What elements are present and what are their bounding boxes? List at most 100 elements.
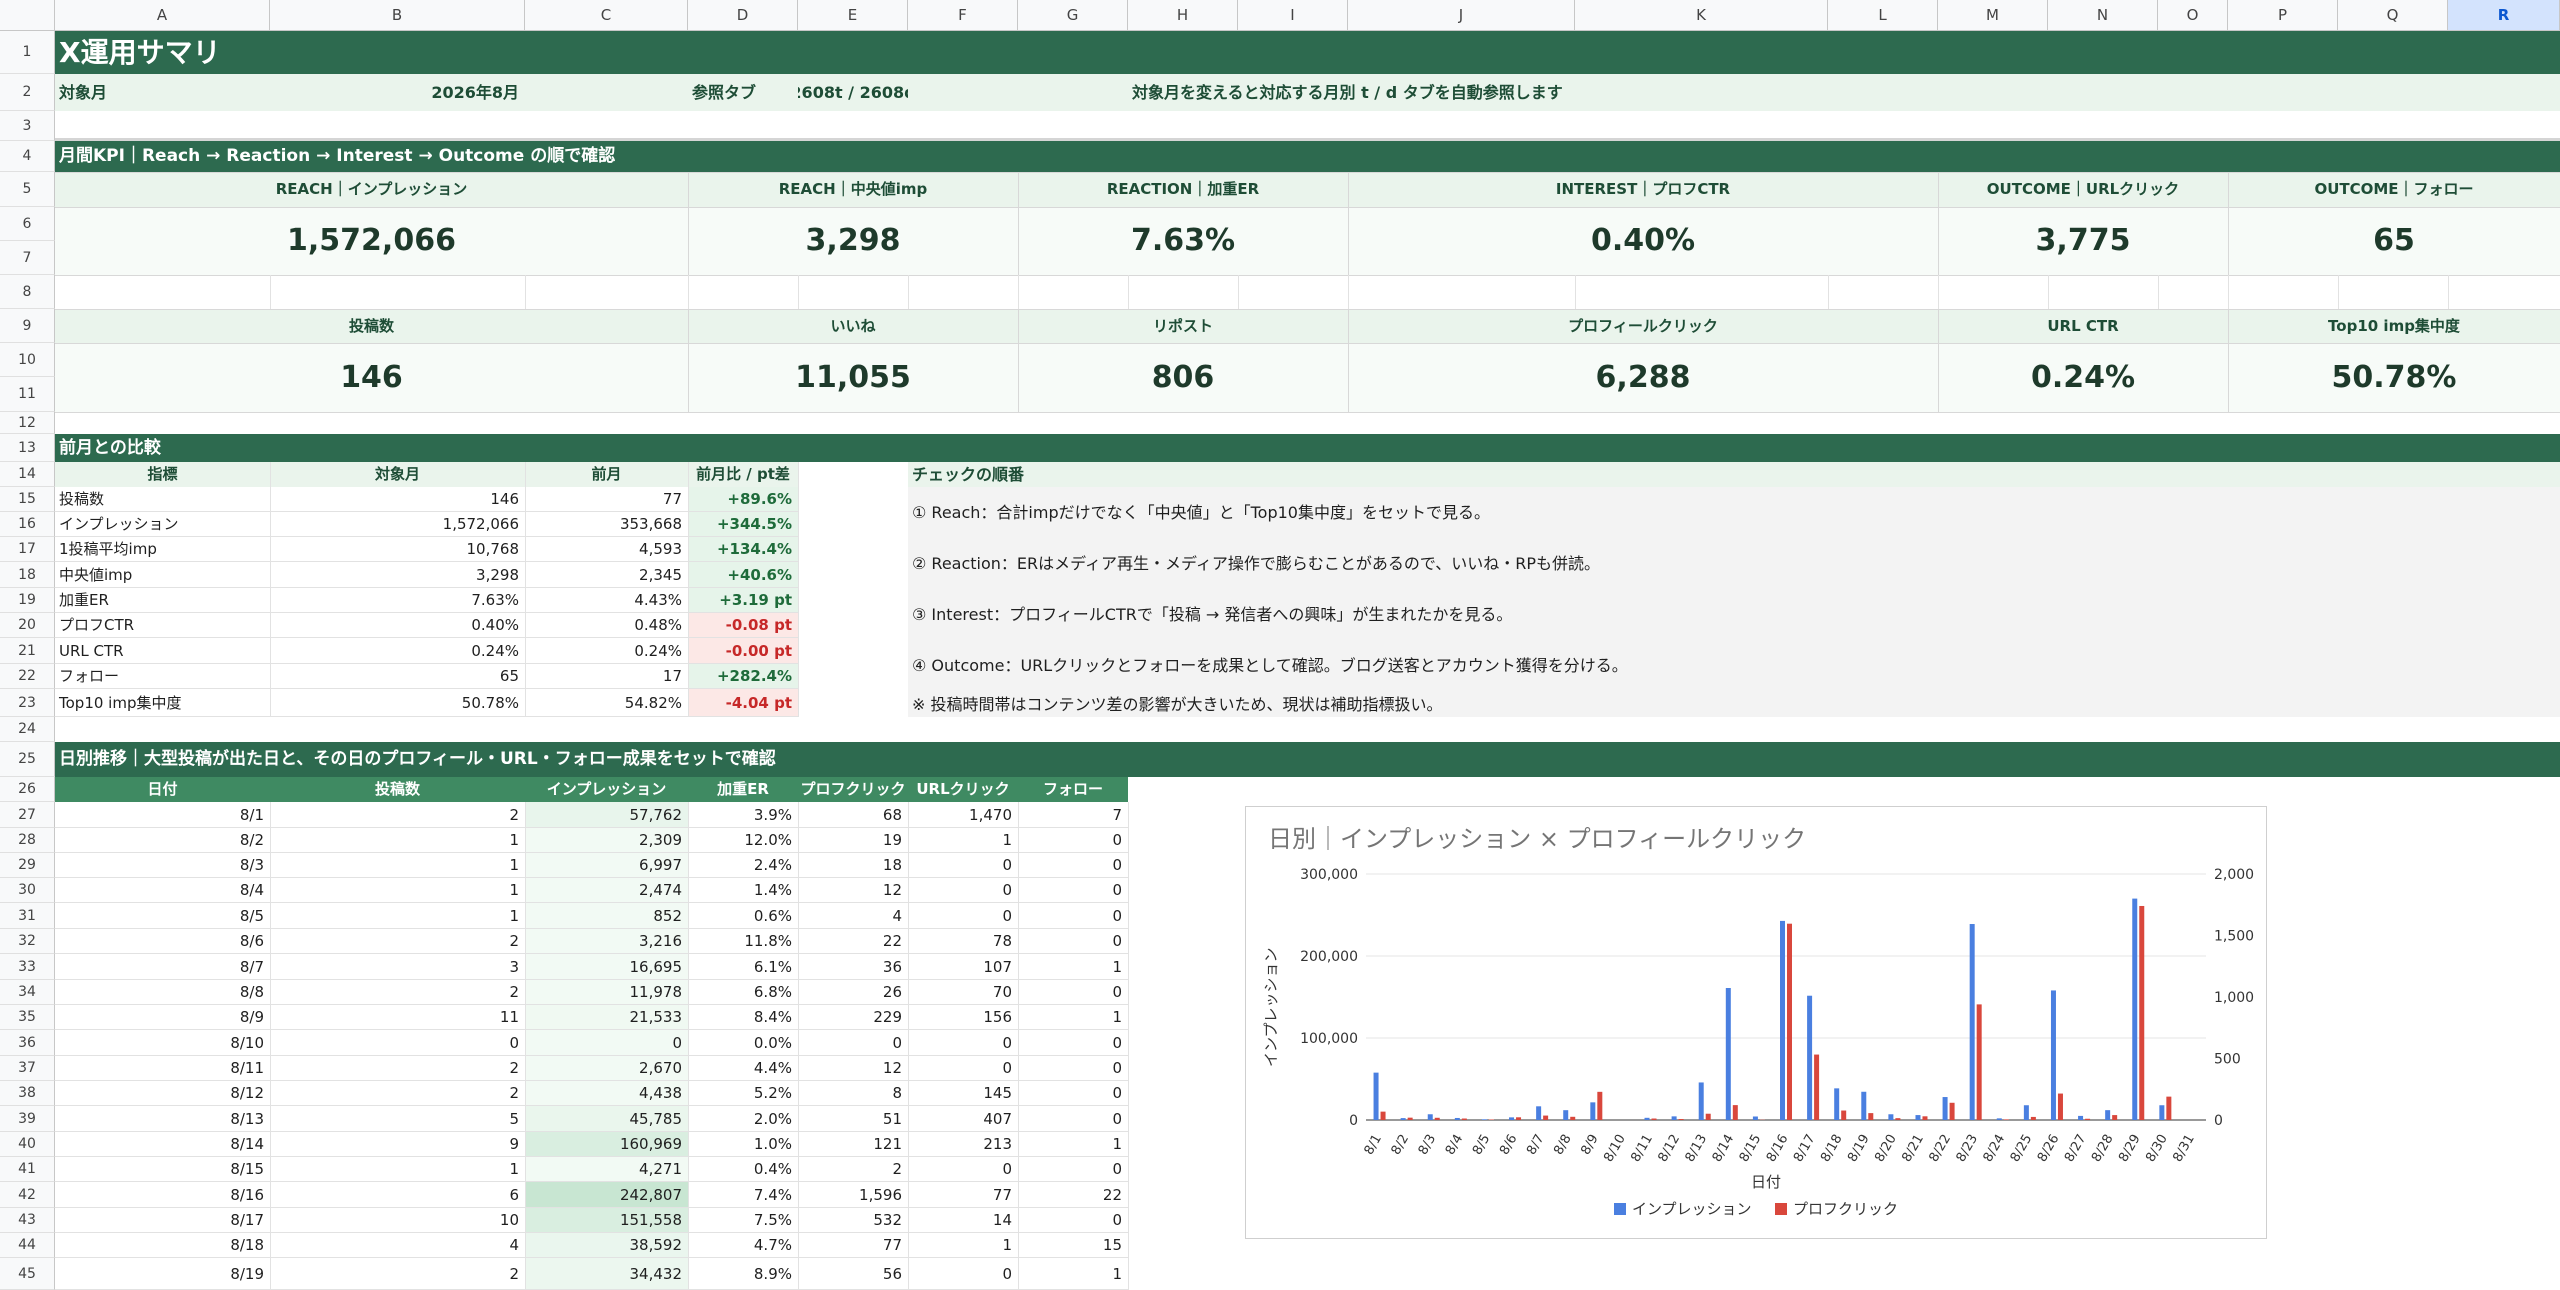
column-header-p[interactable]: P <box>2228 0 2338 31</box>
check-order-note[interactable]: ※ 投稿時間帯はコンテンツ差の影響が大きいため、現状は補助指標扱い。 <box>908 693 2508 717</box>
daily-cell-follow[interactable]: 0 <box>1018 828 1128 853</box>
daily-cell-imp[interactable]: 2,670 <box>525 1056 688 1081</box>
kpi-value[interactable]: 1,572,066 <box>55 207 688 275</box>
comparison-metric[interactable]: インプレッション <box>55 512 270 537</box>
check-order-item[interactable]: ② Reaction：ERはメディア再生・メディア操作で膨らむことがあるので、い… <box>908 551 2548 577</box>
daily-cell-date[interactable]: 8/11 <box>55 1056 270 1081</box>
daily-cell-date[interactable]: 8/13 <box>55 1106 270 1132</box>
daily-cell-prof[interactable]: 18 <box>798 853 908 878</box>
comparison-diff[interactable]: +282.4% <box>688 664 798 689</box>
daily-header-cell[interactable]: インプレッション <box>525 777 688 802</box>
row-header-34[interactable]: 34 <box>0 980 55 1005</box>
daily-cell-date[interactable]: 8/5 <box>55 903 270 929</box>
row-header-44[interactable]: 44 <box>0 1233 55 1258</box>
comparison-previous[interactable]: 17 <box>525 664 688 689</box>
daily-cell-follow[interactable]: 0 <box>1018 929 1128 954</box>
daily-cell-er[interactable]: 0.6% <box>688 903 798 929</box>
column-header-m[interactable]: M <box>1938 0 2048 31</box>
row-header-10[interactable]: 10 <box>0 343 55 377</box>
row-header-11[interactable]: 11 <box>0 377 55 412</box>
comparison-section-title[interactable]: 前月との比較 <box>55 434 2560 462</box>
daily-cell-er[interactable]: 3.9% <box>688 802 798 828</box>
daily-cell-imp[interactable]: 3,216 <box>525 929 688 954</box>
daily-cell-prof[interactable]: 19 <box>798 828 908 853</box>
daily-cell-date[interactable]: 8/4 <box>55 878 270 903</box>
row-header-27[interactable]: 27 <box>0 802 55 828</box>
daily-cell-prof[interactable]: 1,596 <box>798 1182 908 1208</box>
comparison-diff[interactable]: +40.6% <box>688 562 798 588</box>
daily-cell-url[interactable]: 1,470 <box>908 802 1018 828</box>
comparison-diff[interactable]: +134.4% <box>688 537 798 562</box>
daily-cell-prof[interactable]: 4 <box>798 903 908 929</box>
daily-cell-url[interactable]: 1 <box>908 1233 1018 1258</box>
daily-cell-er[interactable]: 6.8% <box>688 980 798 1005</box>
daily-cell-imp[interactable]: 2,309 <box>525 828 688 853</box>
check-order-item[interactable]: ④ Outcome：URLクリックとフォローを成果として確認。ブログ送客とアカウ… <box>908 653 2548 679</box>
comparison-header-cell[interactable]: 前月比 / pt差 <box>688 462 798 487</box>
daily-cell-prof[interactable]: 0 <box>798 1030 908 1056</box>
row-header-18[interactable]: 18 <box>0 562 55 588</box>
daily-cell-date[interactable]: 8/3 <box>55 853 270 878</box>
comparison-current[interactable]: 50.78% <box>270 689 525 717</box>
row-header-37[interactable]: 37 <box>0 1056 55 1081</box>
daily-cell-url[interactable]: 0 <box>908 1157 1018 1182</box>
daily-cell-prof[interactable]: 36 <box>798 954 908 980</box>
daily-cell-imp[interactable]: 2,474 <box>525 878 688 903</box>
row-header-28[interactable]: 28 <box>0 828 55 853</box>
daily-cell-url[interactable]: 107 <box>908 954 1018 980</box>
ref-tab-value[interactable]: 2608t / 2608d <box>798 74 908 111</box>
daily-header-cell[interactable]: フォロー <box>1018 777 1128 802</box>
daily-header-cell[interactable]: 加重ER <box>688 777 798 802</box>
daily-cell-er[interactable]: 0.4% <box>688 1157 798 1182</box>
comparison-diff[interactable]: -0.08 pt <box>688 613 798 638</box>
target-month-label[interactable]: 対象月 <box>55 74 270 111</box>
daily-cell-url[interactable]: 1 <box>908 828 1018 853</box>
daily-cell-follow[interactable]: 0 <box>1018 903 1128 929</box>
column-header-h[interactable]: H <box>1128 0 1238 31</box>
daily-cell-prof[interactable]: 12 <box>798 878 908 903</box>
row-header-42[interactable]: 42 <box>0 1182 55 1208</box>
kpi-value[interactable]: 806 <box>1018 343 1348 412</box>
daily-cell-follow[interactable]: 0 <box>1018 1056 1128 1081</box>
daily-cell-date[interactable]: 8/15 <box>55 1157 270 1182</box>
daily-cell-posts[interactable]: 0 <box>270 1030 525 1056</box>
daily-cell-er[interactable]: 7.4% <box>688 1182 798 1208</box>
row-header-45[interactable]: 45 <box>0 1258 55 1290</box>
daily-cell-follow[interactable]: 1 <box>1018 1258 1128 1290</box>
daily-header-cell[interactable]: プロフクリック <box>798 777 908 802</box>
row-header-7[interactable]: 7 <box>0 241 55 275</box>
daily-section-title[interactable]: 日別推移｜大型投稿が出た日と、その日のプロフィール・URL・フォロー成果をセット… <box>55 742 2560 777</box>
comparison-header-cell[interactable]: 前月 <box>525 462 688 487</box>
daily-cell-posts[interactable]: 2 <box>270 802 525 828</box>
daily-cell-date[interactable]: 8/9 <box>55 1005 270 1030</box>
column-header-i[interactable]: I <box>1238 0 1348 31</box>
daily-cell-imp[interactable]: 38,592 <box>525 1233 688 1258</box>
daily-cell-url[interactable]: 0 <box>908 1258 1018 1290</box>
daily-cell-url[interactable]: 156 <box>908 1005 1018 1030</box>
comparison-previous[interactable]: 2,345 <box>525 562 688 588</box>
daily-cell-follow[interactable]: 0 <box>1018 878 1128 903</box>
comparison-current[interactable]: 146 <box>270 487 525 512</box>
row-header-41[interactable]: 41 <box>0 1157 55 1182</box>
daily-header-cell[interactable]: URLクリック <box>908 777 1018 802</box>
daily-cell-posts[interactable]: 11 <box>270 1005 525 1030</box>
comparison-header-cell[interactable]: 指標 <box>55 462 270 487</box>
daily-cell-follow[interactable]: 1 <box>1018 1132 1128 1157</box>
comparison-current[interactable]: 7.63% <box>270 588 525 613</box>
daily-cell-date[interactable]: 8/2 <box>55 828 270 853</box>
daily-cell-imp[interactable]: 242,807 <box>525 1182 688 1208</box>
daily-cell-prof[interactable]: 8 <box>798 1081 908 1106</box>
kpi-label[interactable]: いいね <box>688 309 1018 343</box>
daily-cell-er[interactable]: 6.1% <box>688 954 798 980</box>
row-header-6[interactable]: 6 <box>0 207 55 241</box>
daily-cell-imp[interactable]: 21,533 <box>525 1005 688 1030</box>
column-header-g[interactable]: G <box>1018 0 1128 31</box>
daily-cell-date[interactable]: 8/10 <box>55 1030 270 1056</box>
comparison-diff[interactable]: +3.19 pt <box>688 588 798 613</box>
daily-cell-posts[interactable]: 10 <box>270 1208 525 1233</box>
kpi-label[interactable]: OUTCOME｜URLクリック <box>1938 172 2228 207</box>
row-header-26[interactable]: 26 <box>0 777 55 802</box>
ref-tab-label[interactable]: 参照タブ <box>688 74 798 111</box>
daily-cell-er[interactable]: 11.8% <box>688 929 798 954</box>
row-header-3[interactable]: 3 <box>0 111 55 141</box>
